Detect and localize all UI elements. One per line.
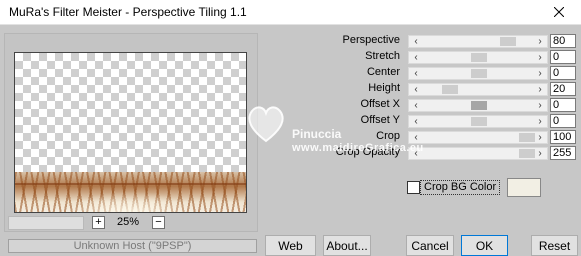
- scroll-right-icon[interactable]: ›: [534, 84, 546, 95]
- zoom-in-button[interactable]: +: [92, 216, 105, 229]
- scroll-right-icon[interactable]: ›: [534, 132, 546, 143]
- stretch-slider[interactable]: ‹ ›: [408, 51, 548, 64]
- scroll-right-icon[interactable]: ›: [534, 68, 546, 79]
- center-label: Center: [366, 66, 400, 78]
- crop-bg-color-checkbox[interactable]: [407, 181, 420, 194]
- scroll-left-icon[interactable]: ‹: [410, 52, 422, 63]
- ok-button[interactable]: OK: [461, 235, 508, 256]
- offset-x-value[interactable]: 0: [550, 98, 576, 112]
- scroll-left-icon[interactable]: ‹: [410, 132, 422, 143]
- host-status: Unknown Host ("9PSP"): [8, 239, 257, 253]
- zoom-track[interactable]: [8, 216, 84, 230]
- height-slider[interactable]: ‹ ›: [408, 83, 548, 96]
- perspective-label: Perspective: [342, 34, 400, 46]
- perspective-slider[interactable]: ‹ ›: [408, 35, 548, 48]
- web-button[interactable]: Web: [265, 235, 316, 256]
- crop-bg-color-swatch[interactable]: [507, 178, 541, 197]
- reset-button[interactable]: Reset: [531, 235, 578, 256]
- center-slider[interactable]: ‹ ›: [408, 67, 548, 80]
- crop-slider[interactable]: ‹ ›: [408, 131, 548, 144]
- scroll-left-icon[interactable]: ‹: [410, 100, 422, 111]
- scroll-left-icon[interactable]: ‹: [410, 36, 422, 47]
- scroll-right-icon[interactable]: ›: [534, 100, 546, 111]
- stretch-value[interactable]: 0: [550, 50, 576, 64]
- crop-opacity-value[interactable]: 255: [550, 146, 576, 160]
- scroll-right-icon[interactable]: ›: [534, 52, 546, 63]
- offset-y-slider[interactable]: ‹ ›: [408, 115, 548, 128]
- scroll-left-icon[interactable]: ‹: [410, 116, 422, 127]
- about-button[interactable]: About...: [323, 235, 371, 256]
- perspective-value[interactable]: 80: [550, 34, 576, 48]
- crop-opacity-thumb[interactable]: [519, 149, 535, 158]
- center-thumb[interactable]: [471, 69, 487, 78]
- perspective-thumb[interactable]: [499, 37, 516, 46]
- offset-y-label: Offset Y: [360, 114, 400, 126]
- scroll-right-icon[interactable]: ›: [534, 36, 546, 47]
- tiled-floor-preview: [15, 172, 246, 212]
- window-title: MuRa's Filter Meister - Perspective Tili…: [9, 5, 247, 19]
- crop-label: Crop: [376, 130, 400, 142]
- offset-y-thumb[interactable]: [471, 117, 487, 126]
- scroll-right-icon[interactable]: ›: [534, 148, 546, 159]
- crop-bg-color-label[interactable]: Crop BG Color: [420, 180, 501, 195]
- horizon-line: [15, 183, 246, 185]
- offset-x-slider[interactable]: ‹ ›: [408, 99, 548, 112]
- offset-x-label: Offset X: [360, 98, 400, 110]
- offset-x-thumb[interactable]: [471, 101, 487, 110]
- crop-opacity-slider[interactable]: ‹ ›: [408, 147, 548, 160]
- scroll-right-icon[interactable]: ›: [534, 116, 546, 127]
- stretch-label: Stretch: [365, 50, 400, 62]
- center-value[interactable]: 0: [550, 66, 576, 80]
- height-value[interactable]: 20: [550, 82, 576, 96]
- zoom-out-button[interactable]: −: [152, 216, 165, 229]
- crop-opacity-label: Crop Opacity: [335, 146, 400, 158]
- cancel-button[interactable]: Cancel: [406, 235, 454, 256]
- close-icon: [554, 7, 564, 17]
- scroll-left-icon[interactable]: ‹: [410, 148, 422, 159]
- watermark-name: Pinuccia: [292, 127, 342, 141]
- zoom-level: 25%: [117, 216, 140, 228]
- scroll-left-icon[interactable]: ‹: [410, 68, 422, 79]
- preview-image[interactable]: [14, 52, 247, 213]
- stretch-thumb[interactable]: [471, 53, 487, 62]
- height-thumb[interactable]: [442, 85, 459, 94]
- crop-thumb[interactable]: [519, 133, 535, 142]
- crop-value[interactable]: 100: [550, 130, 576, 144]
- height-label: Height: [368, 82, 400, 94]
- scroll-left-icon[interactable]: ‹: [410, 84, 422, 95]
- title-bar: MuRa's Filter Meister - Perspective Tili…: [0, 0, 581, 25]
- offset-y-value[interactable]: 0: [550, 114, 576, 128]
- close-button[interactable]: [537, 0, 581, 24]
- dialog-body: + 25% − Unknown Host ("9PSP") Perspectiv…: [0, 25, 581, 256]
